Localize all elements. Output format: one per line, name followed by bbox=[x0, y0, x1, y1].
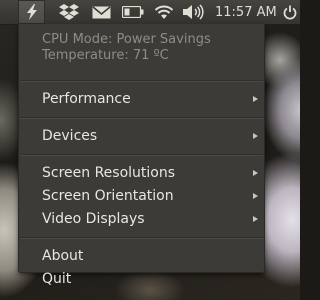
menu-item-screen-orientation[interactable]: Screen Orientation bbox=[19, 185, 264, 208]
menu-item-label: Video Displays bbox=[42, 211, 145, 227]
submenu-arrow-icon bbox=[253, 96, 258, 102]
menu-item-performance[interactable]: Performance bbox=[19, 88, 264, 111]
cpu-mode-text: CPU Mode: Power Savings bbox=[42, 32, 211, 47]
temperature-text: Temperature: 71 ºC bbox=[42, 48, 169, 63]
menu-item-label: Screen Orientation bbox=[42, 188, 174, 204]
wifi-icon[interactable] bbox=[151, 0, 177, 24]
menu-item-label: Quit bbox=[42, 271, 72, 287]
cpu-status-info: CPU Mode: Power Savings Temperature: 71 … bbox=[19, 24, 264, 74]
menu-item-devices[interactable]: Devices bbox=[19, 125, 264, 148]
menu-separator bbox=[20, 154, 263, 156]
menu-item-label: Devices bbox=[42, 128, 98, 144]
mail-icon[interactable] bbox=[87, 0, 115, 24]
menu-item-about[interactable]: About bbox=[19, 245, 264, 268]
volume-icon[interactable] bbox=[181, 0, 205, 24]
submenu-arrow-icon bbox=[253, 170, 258, 176]
submenu-arrow-icon bbox=[253, 216, 258, 222]
menu-separator bbox=[20, 80, 263, 82]
menu-item-quit[interactable]: Quit bbox=[19, 268, 264, 291]
menu-item-screen-resolutions[interactable]: Screen Resolutions bbox=[19, 162, 264, 185]
battery-icon[interactable] bbox=[119, 0, 147, 24]
submenu-arrow-icon bbox=[253, 193, 258, 199]
menu-separator bbox=[20, 237, 263, 239]
menu-item-label: Performance bbox=[42, 91, 131, 107]
lightning-icon[interactable] bbox=[18, 0, 45, 24]
power-icon[interactable] bbox=[281, 0, 299, 24]
clock[interactable]: 11:57 AM bbox=[211, 0, 281, 24]
menu-item-label: Screen Resolutions bbox=[42, 165, 176, 181]
menu-item-video-displays[interactable]: Video Displays bbox=[19, 208, 264, 231]
menu-separator bbox=[20, 117, 263, 119]
dropbox-icon[interactable] bbox=[53, 0, 85, 24]
submenu-arrow-icon bbox=[253, 133, 258, 139]
menu-item-label: About bbox=[42, 248, 84, 264]
top-panel: 11:57 AM bbox=[0, 0, 300, 25]
cpu-indicator-menu: CPU Mode: Power Savings Temperature: 71 … bbox=[18, 24, 265, 287]
